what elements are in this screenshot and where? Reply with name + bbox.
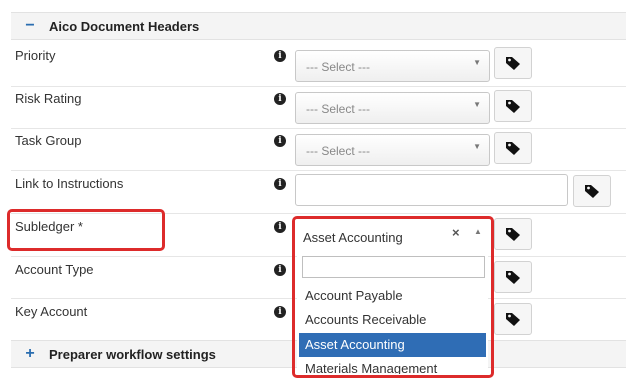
tag-icon <box>506 313 520 326</box>
info-icon[interactable]: i <box>274 178 286 190</box>
caret-down-icon: ▼ <box>473 58 481 67</box>
info-icon[interactable]: i <box>274 221 286 233</box>
task-group-select[interactable]: --- Select --- ▼ <box>295 134 490 166</box>
subledger-dropdown-highlight <box>292 216 494 378</box>
account-type-tag-button[interactable] <box>494 261 532 293</box>
info-icon[interactable]: i <box>274 93 286 105</box>
key-account-label: Key Account <box>15 304 88 319</box>
tag-icon <box>506 100 520 113</box>
subledger-tag-button[interactable] <box>494 218 532 250</box>
tag-icon <box>506 57 520 70</box>
tag-icon <box>506 271 520 284</box>
info-icon[interactable]: i <box>274 50 286 62</box>
priority-select-value: --- Select --- <box>306 60 370 74</box>
row-divider <box>11 170 626 171</box>
task-group-select-value: --- Select --- <box>306 144 370 158</box>
info-icon[interactable]: i <box>274 306 286 318</box>
section-header-aico[interactable]: − Aico Document Headers <box>11 12 626 40</box>
caret-down-icon: ▼ <box>473 100 481 109</box>
row-divider <box>11 128 626 129</box>
tag-icon <box>506 142 520 155</box>
account-type-label: Account Type <box>15 262 94 277</box>
link-to-instructions-tag-button[interactable] <box>573 175 611 207</box>
row-divider <box>11 86 626 87</box>
risk-rating-label: Risk Rating <box>15 91 82 106</box>
key-account-tag-button[interactable] <box>494 303 532 335</box>
section-title: Preparer workflow settings <box>49 346 216 362</box>
risk-rating-select-value: --- Select --- <box>306 102 370 116</box>
link-to-instructions-label: Link to Instructions <box>15 176 124 191</box>
task-group-label: Task Group <box>15 133 82 148</box>
caret-down-icon: ▼ <box>473 142 481 151</box>
info-icon[interactable]: i <box>274 135 286 147</box>
priority-label: Priority <box>15 48 56 63</box>
risk-rating-select[interactable]: --- Select --- ▼ <box>295 92 490 124</box>
priority-tag-button[interactable] <box>494 47 532 79</box>
info-icon[interactable]: i <box>274 264 286 276</box>
section-title: Aico Document Headers <box>49 18 200 34</box>
link-to-instructions-input[interactable] <box>295 174 568 206</box>
risk-rating-tag-button[interactable] <box>494 90 532 122</box>
tag-icon <box>585 185 599 198</box>
expand-toggle-icon[interactable]: + <box>23 345 37 363</box>
tag-icon <box>506 228 520 241</box>
priority-select[interactable]: --- Select --- ▼ <box>295 50 490 82</box>
subledger-label-highlight <box>7 209 165 251</box>
collapse-toggle-icon[interactable]: − <box>23 17 37 35</box>
task-group-tag-button[interactable] <box>494 132 532 164</box>
